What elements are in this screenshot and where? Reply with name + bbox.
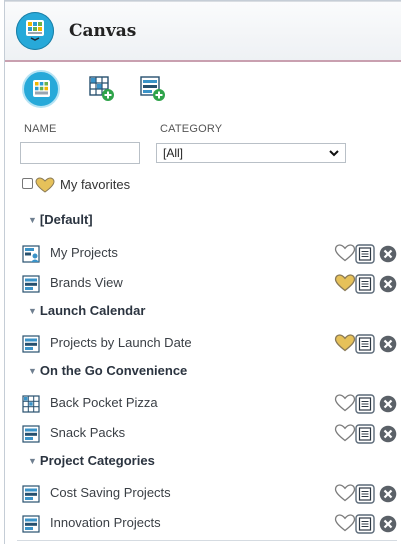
- heart-icon[interactable]: [334, 484, 356, 502]
- close-circle-icon[interactable]: [379, 335, 397, 353]
- collapse-triangle-icon: ▼: [28, 215, 37, 225]
- favorites-checkbox[interactable]: [22, 178, 33, 189]
- canvas-logo-icon: [16, 12, 54, 50]
- close-circle-icon[interactable]: [379, 515, 397, 533]
- item-label: My Projects: [50, 245, 118, 260]
- item-label: Innovation Projects: [50, 515, 161, 530]
- view-toolbar: [5, 62, 401, 114]
- list-item[interactable]: Snack Packs: [18, 421, 397, 445]
- list-item[interactable]: My Projects: [18, 241, 397, 265]
- item-label: Snack Packs: [50, 425, 126, 440]
- list-item[interactable]: Brands View: [18, 271, 397, 295]
- document-icon[interactable]: [355, 514, 375, 534]
- group-header-on-the-go-convenience[interactable]: ▼ On the Go Convenience: [28, 363, 187, 378]
- close-circle-icon[interactable]: [379, 275, 397, 293]
- close-circle-icon[interactable]: [379, 395, 397, 413]
- heart-icon[interactable]: [334, 274, 356, 292]
- add-list-view-button[interactable]: [140, 76, 166, 107]
- list-view-icon: [22, 335, 40, 353]
- name-filter-input[interactable]: [20, 142, 140, 164]
- document-icon[interactable]: [355, 274, 375, 294]
- grid-icon: [33, 80, 50, 97]
- favorites-label: My favorites: [60, 177, 131, 192]
- grid-add-icon: [89, 76, 114, 101]
- close-circle-icon[interactable]: [379, 425, 397, 443]
- close-circle-icon[interactable]: [379, 485, 397, 503]
- list-view-icon: [22, 425, 40, 443]
- panel-header: Canvas: [5, 1, 401, 62]
- heart-icon[interactable]: [334, 244, 356, 262]
- group-header-default[interactable]: ▼ [Default]: [28, 212, 93, 227]
- item-label: Brands View: [50, 275, 123, 290]
- name-filter-label: NAME: [24, 123, 57, 135]
- collapse-triangle-icon: ▼: [28, 366, 37, 376]
- heart-icon[interactable]: [334, 394, 356, 412]
- group-header-launch-calendar[interactable]: ▼ Launch Calendar: [28, 303, 145, 318]
- item-label: Back Pocket Pizza: [50, 395, 158, 410]
- bottom-divider: [17, 540, 397, 541]
- category-select[interactable]: [All]: [156, 143, 346, 163]
- list-item[interactable]: Cost Saving Projects: [18, 481, 397, 505]
- category-filter-label: CATEGORY: [160, 123, 223, 135]
- add-grid-view-button[interactable]: [89, 76, 115, 107]
- heart-icon[interactable]: [334, 334, 356, 352]
- canvas-view-button[interactable]: [22, 70, 60, 108]
- list-item[interactable]: Innovation Projects: [18, 511, 397, 535]
- close-circle-icon[interactable]: [379, 245, 397, 263]
- item-label: Projects by Launch Date: [50, 335, 192, 350]
- group-header-project-categories[interactable]: ▼ Project Categories: [28, 453, 155, 468]
- group-title: Launch Calendar: [39, 303, 146, 318]
- document-icon[interactable]: [355, 244, 375, 264]
- document-icon[interactable]: [355, 394, 375, 414]
- grid-view-icon: [22, 395, 40, 413]
- list-view-icon: [22, 485, 40, 503]
- collapse-triangle-icon: ▼: [28, 306, 37, 316]
- document-icon[interactable]: [355, 424, 375, 444]
- chevron-down-icon: [329, 150, 339, 157]
- document-icon[interactable]: [355, 334, 375, 354]
- heart-icon: [35, 177, 55, 193]
- item-label: Cost Saving Projects: [50, 485, 171, 500]
- list-add-icon: [140, 76, 165, 101]
- document-icon[interactable]: [355, 484, 375, 504]
- group-title: On the Go Convenience: [39, 363, 188, 378]
- heart-icon[interactable]: [334, 424, 356, 442]
- list-item[interactable]: Projects by Launch Date: [18, 331, 397, 355]
- page-title: Canvas: [69, 21, 137, 41]
- list-view-icon: [22, 515, 40, 533]
- group-title: Project Categories: [39, 453, 155, 468]
- list-view-icon: [22, 275, 40, 293]
- collapse-triangle-icon: ▼: [28, 456, 37, 466]
- group-title: [Default]: [39, 212, 93, 227]
- heart-icon[interactable]: [334, 514, 356, 532]
- project-users-icon: [22, 245, 40, 263]
- category-select-value: [All]: [163, 146, 184, 160]
- list-item[interactable]: Back Pocket Pizza: [18, 391, 397, 415]
